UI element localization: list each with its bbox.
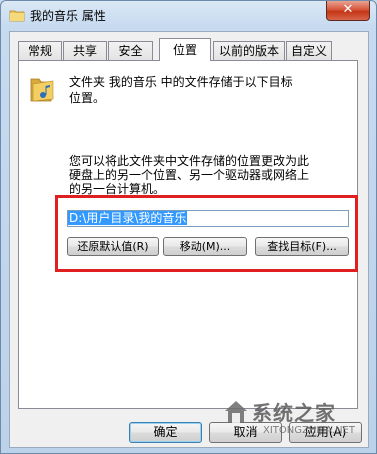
restore-default-button[interactable]: 还原默认值(R) xyxy=(67,237,159,256)
tab-general[interactable]: 常规 xyxy=(18,41,62,60)
move-button[interactable]: 移动(M)... xyxy=(163,237,247,256)
selected-path-text: D:\用户目录\我的音乐 xyxy=(68,211,188,225)
find-target-button[interactable]: 查找目标(F)... xyxy=(255,237,349,256)
tab-security[interactable]: 安全 xyxy=(108,41,153,60)
location-explanation: 您可以将此文件夹中文件存储的位置更改为此硬盘上的另一个位置、另一个驱动器或网络上… xyxy=(69,154,310,196)
watermark-text: 系统之家 xyxy=(252,401,336,425)
house-logo-icon xyxy=(225,401,247,423)
tab-strip: 常规 共享 安全 位置 以前的版本 自定义 xyxy=(18,38,363,61)
tab-sharing[interactable]: 共享 xyxy=(63,41,107,60)
folder-icon xyxy=(9,10,25,22)
title-bar[interactable]: 我的音乐 属性 ✕ xyxy=(1,1,376,29)
ok-button[interactable]: 确定 xyxy=(129,422,202,443)
music-folder-icon xyxy=(30,78,54,102)
dialog-body: 常规 共享 安全 位置 以前的版本 自定义 文件夹 我的音乐 中的文件存储于以下… xyxy=(9,31,369,448)
target-path-input[interactable]: D:\用户目录\我的音乐 xyxy=(67,210,349,227)
tab-location[interactable]: 位置 xyxy=(159,38,211,61)
tab-customize[interactable]: 自定义 xyxy=(286,41,332,60)
location-description: 文件夹 我的音乐 中的文件存储于以下目标位置。 xyxy=(69,75,293,105)
window-title: 我的音乐 属性 xyxy=(30,9,106,23)
close-button[interactable]: ✕ xyxy=(326,1,370,21)
highlight-box xyxy=(55,195,358,272)
tab-previous-versions[interactable]: 以前的版本 xyxy=(213,41,285,60)
watermark-url: XITONGZHIJIA.NET xyxy=(263,425,355,436)
watermark: 系统之家 XITONGZHIJIA.NET xyxy=(217,393,375,451)
properties-window: 我的音乐 属性 ✕ 常规 共享 安全 位置 以前的版本 自定义 文件夹 我的音乐… xyxy=(0,0,377,454)
location-panel: 文件夹 我的音乐 中的文件存储于以下目标位置。 您可以将此文件夹中文件存储的位置… xyxy=(18,60,358,409)
